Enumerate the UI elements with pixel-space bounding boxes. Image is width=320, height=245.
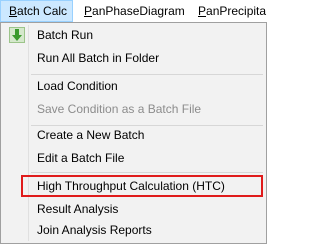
menu-item-run-all-batch-in-folder[interactable]: Run All Batch in Folder [3, 47, 264, 69]
menu-batch-calc-label: atch Calc [17, 4, 68, 18]
menu-batch-calc-mnemonic: B [9, 4, 18, 18]
menu-batch-calc[interactable]: Batch Calc [0, 0, 73, 22]
green-down-arrow-icon [9, 27, 25, 43]
menu-item-label: Load Condition [37, 79, 118, 93]
menu-item-label: Batch Run [37, 28, 94, 42]
menu-item-create-new-batch[interactable]: Create a New Batch [3, 124, 264, 146]
menu-item-load-condition[interactable]: Load Condition [3, 75, 264, 97]
menu-item-join-analysis-reports[interactable]: Join Analysis Reports [3, 219, 264, 241]
menu-panprecipitation[interactable]: PanPrecipita [198, 0, 266, 22]
menu-item-label: Edit a Batch File [37, 151, 125, 165]
menu-item-result-analysis[interactable]: Result Analysis [3, 198, 264, 220]
menu-item-label: Create a New Batch [37, 128, 145, 142]
menu-panprecipitation-label: anPrecipita [206, 4, 267, 18]
menu-panphasediagram-label: anPhaseDiagram [92, 4, 185, 18]
menu-item-label: Join Analysis Reports [37, 223, 152, 237]
menu-bar: Batch Calc PanPhaseDiagram PanPrecipita [0, 0, 268, 22]
menu-item-label: Result Analysis [37, 202, 119, 216]
application-window: Batch Calc PanPhaseDiagram PanPrecipita … [0, 0, 268, 245]
menu-panphasediagram[interactable]: PanPhaseDiagram [84, 0, 185, 22]
menu-item-label: Run All Batch in Folder [37, 51, 160, 65]
menu-panphasediagram-mnemonic: P [84, 4, 93, 18]
annotation-highlight-box [21, 175, 263, 197]
menu-panprecipitation-mnemonic: P [198, 4, 207, 18]
menu-item-edit-batch-file[interactable]: Edit a Batch File [3, 147, 264, 169]
menu-item-label: Save Condition as a Batch File [37, 102, 202, 116]
batch-calc-dropdown-menu: Batch Run Run All Batch in Folder Load C… [0, 22, 267, 244]
menu-item-batch-run[interactable]: Batch Run [3, 24, 264, 46]
menu-item-save-condition-as-batch-file: Save Condition as a Batch File [3, 98, 264, 120]
menu-separator [31, 172, 263, 173]
